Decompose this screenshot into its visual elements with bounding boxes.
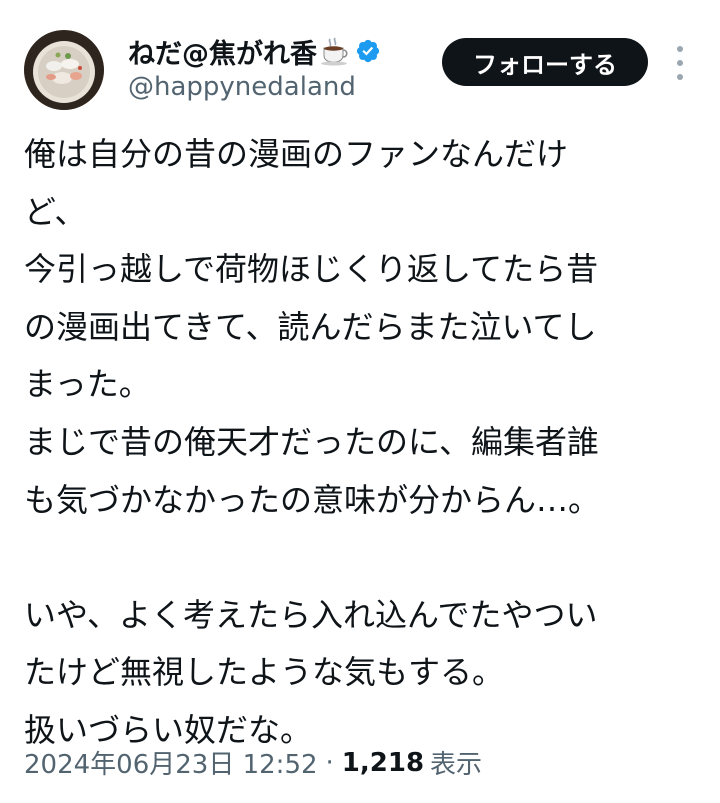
tweet-text: 俺は自分の昔の漫画のファンなんだけ ど、 今引っ越しで荷物ほじくり返してたら昔 …	[24, 126, 704, 760]
tweet-text-line: も気づかなかったの意味が分からん…。	[24, 480, 601, 519]
more-dot	[677, 74, 683, 80]
tweet-text-line: まじで昔の俺天才だったのに、編集者誰	[24, 422, 600, 461]
meta-separator: ·	[325, 747, 334, 778]
author-name-row[interactable]: ねだ@焦がれ香	[128, 32, 381, 71]
more-dot	[677, 60, 683, 66]
tweet-text-line: いや、よく考えたら入れ込んでたやつい	[24, 595, 598, 634]
views-count[interactable]: 1,218	[342, 748, 424, 778]
more-vertical-icon[interactable]	[668, 46, 692, 80]
tweet-meta: 2024年06月23日 12:52 · 1,218 表示	[24, 744, 482, 781]
follow-button[interactable]: フォローする	[442, 38, 648, 86]
views-label: 表示	[430, 750, 483, 780]
tweet-timestamp[interactable]: 2024年06月23日 12:52	[24, 744, 318, 781]
coffee-cup-icon	[319, 36, 351, 66]
avatar[interactable]	[24, 30, 104, 110]
tweet-text-line: たけど無視したような気もする。	[24, 653, 505, 692]
tweet-text-line: 俺は自分の昔の漫画のファンなんだけ	[24, 135, 569, 173]
tweet-text-line: まった。	[24, 365, 151, 404]
more-dot	[677, 46, 683, 52]
verified-badge-icon	[355, 38, 381, 64]
tweet-card: ねだ@焦がれ香 @happynedaland フォローする 俺は自分の昔の漫画の…	[0, 0, 720, 803]
tweet-blank-line	[24, 529, 704, 587]
tweet-text-line: 今引っ越しで荷物ほじくり返してたら昔	[24, 250, 599, 289]
tweet-text-line: ど、	[24, 192, 87, 231]
tweet-text-line: の漫画出てきて、読んだらまた泣いてし	[24, 307, 597, 346]
author-display-name[interactable]: ねだ@焦がれ香	[128, 32, 317, 71]
author-handle[interactable]: @happynedaland	[128, 72, 356, 102]
avatar-food-photo-icon	[24, 30, 104, 110]
